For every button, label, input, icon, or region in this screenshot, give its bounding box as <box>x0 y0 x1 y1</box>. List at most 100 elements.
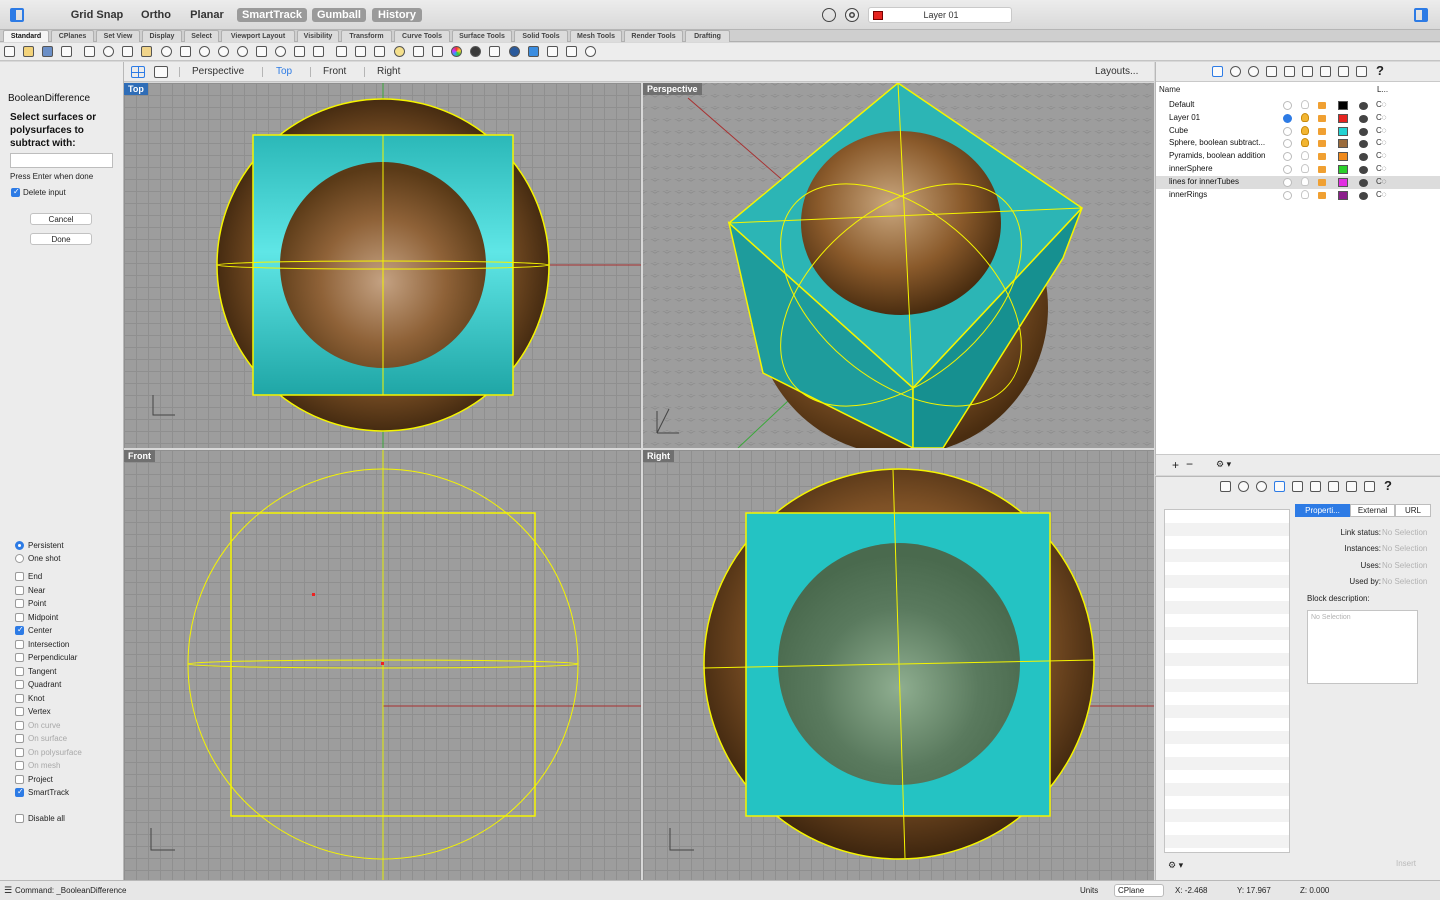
layer-row[interactable]: innerSphere C◌ <box>1156 163 1440 176</box>
tab-set-view[interactable]: Set View <box>96 30 140 42</box>
layer-row[interactable]: Cube C◌ <box>1156 125 1440 138</box>
current-layer-radio[interactable] <box>1283 126 1292 136</box>
tab-display[interactable]: Display <box>142 30 182 42</box>
tab-visibility[interactable]: Visibility <box>297 30 339 42</box>
display-tab-icon[interactable] <box>1338 66 1349 77</box>
lock-icon[interactable] <box>1318 140 1326 148</box>
linetype-icon[interactable]: C◌ <box>1376 138 1387 147</box>
linetype-icon[interactable]: C◌ <box>1376 100 1387 109</box>
save-icon[interactable] <box>42 46 53 57</box>
cplane-dropdown[interactable]: CPlane <box>1114 884 1164 897</box>
gear-icon[interactable] <box>547 46 558 57</box>
tab-viewport-layout[interactable]: Viewport Layout <box>221 30 295 42</box>
layer-row[interactable]: Default C◌ <box>1156 99 1440 112</box>
rotate-view-icon[interactable] <box>199 46 210 57</box>
zoom-selected-icon[interactable] <box>275 46 286 57</box>
command-input[interactable] <box>10 153 113 168</box>
four-view-layout-icon[interactable] <box>131 66 145 78</box>
material-sphere-icon[interactable] <box>1359 127 1368 136</box>
material-sphere-icon[interactable] <box>1359 191 1368 200</box>
camera-tab-icon[interactable] <box>1292 481 1303 492</box>
viewport-top[interactable]: Top <box>124 83 641 448</box>
linetype-icon[interactable]: C◌ <box>1376 151 1387 160</box>
cplane-icon[interactable] <box>313 46 324 57</box>
print-icon[interactable] <box>61 46 72 57</box>
material-sphere-icon[interactable] <box>1359 153 1368 162</box>
cursor-icon[interactable] <box>822 8 836 22</box>
monitor-tab-icon[interactable] <box>1364 481 1375 492</box>
notes-tab-icon[interactable] <box>1328 481 1339 492</box>
units-label[interactable]: Units <box>1080 886 1098 895</box>
tab-surface-tools[interactable]: Surface Tools <box>452 30 512 42</box>
open-file-icon[interactable] <box>23 46 34 57</box>
block-options-gear-icon[interactable]: ⚙ ▾ <box>1168 860 1183 871</box>
layer-color-swatch[interactable] <box>1338 113 1348 123</box>
properties-icon[interactable] <box>432 46 443 57</box>
remove-layer-icon[interactable]: − <box>1186 457 1193 471</box>
display-tab-icon[interactable] <box>1346 481 1357 492</box>
target-icon[interactable] <box>845 8 859 22</box>
osnap-checkbox[interactable] <box>15 774 24 784</box>
add-layer-icon[interactable]: + <box>1172 458 1179 472</box>
osnap-checkbox[interactable] <box>15 707 24 716</box>
delete-input-checkbox[interactable] <box>11 187 20 197</box>
osnap-checkbox[interactable] <box>15 747 24 757</box>
current-layer-radio[interactable] <box>1283 113 1292 123</box>
layer-row[interactable]: lines for innerTubes C◌ <box>1156 175 1440 189</box>
linetype-icon[interactable]: C◌ <box>1376 126 1387 135</box>
lock-icon[interactable] <box>1318 127 1326 135</box>
layouts-menu[interactable]: Layouts... <box>1095 66 1138 77</box>
layer-options-gear-icon[interactable]: ⚙ ▾ <box>1216 459 1231 470</box>
materials-tab-icon[interactable] <box>1230 66 1241 77</box>
layer-name[interactable]: innerSphere <box>1169 164 1277 173</box>
layer-color-swatch[interactable] <box>1338 139 1348 149</box>
tab-solid-tools[interactable]: Solid Tools <box>514 30 568 42</box>
layer-color-swatch[interactable] <box>1338 126 1348 136</box>
lightbulb-icon[interactable] <box>1301 125 1309 135</box>
smarttrack-button[interactable]: SmartTrack <box>237 8 307 22</box>
lightbulb-icon[interactable] <box>1301 112 1309 122</box>
layer-name[interactable]: Layer 01 <box>1169 113 1277 122</box>
environment-tab-icon[interactable] <box>1248 66 1259 77</box>
grid-snap-button[interactable]: Grid Snap <box>70 8 124 22</box>
layer-color-swatch[interactable] <box>1338 152 1348 162</box>
tab-transform[interactable]: Transform <box>341 30 392 42</box>
zoom-extents-icon[interactable] <box>256 46 267 57</box>
current-layer-radio[interactable] <box>1283 139 1292 149</box>
disable-all-checkbox[interactable] <box>15 814 24 823</box>
planar-button[interactable]: Planar <box>188 8 226 22</box>
current-layer-radio[interactable] <box>1283 165 1292 174</box>
layers-header-linetype[interactable]: L... <box>1377 85 1388 94</box>
paste-icon[interactable] <box>141 46 152 57</box>
linetype-icon[interactable]: C◌ <box>1376 190 1387 199</box>
block-tab-icon[interactable] <box>1274 481 1285 492</box>
lock-icon[interactable] <box>1318 191 1326 199</box>
osnap-checkbox[interactable] <box>15 612 24 622</box>
current-layer-radio[interactable] <box>1283 152 1292 162</box>
object-tab-icon[interactable] <box>1266 66 1277 77</box>
layers-header-name[interactable]: Name <box>1159 85 1180 94</box>
layer-row[interactable]: Pyramids, boolean addition C◌ <box>1156 150 1440 163</box>
layer-name[interactable]: Default <box>1169 100 1277 109</box>
tab-cplanes[interactable]: CPlanes <box>51 30 94 42</box>
linetype-icon[interactable]: C◌ <box>1376 177 1387 186</box>
view-tab-icon[interactable] <box>1310 481 1321 492</box>
layers-tab-icon[interactable] <box>1212 66 1223 77</box>
pan-icon[interactable] <box>180 46 191 57</box>
tab-front[interactable]: Front <box>323 66 346 77</box>
layer-color-swatch[interactable] <box>1338 101 1348 110</box>
layer-row[interactable]: innerRings C◌ <box>1156 189 1440 202</box>
materials-tab-icon[interactable] <box>1238 481 1249 492</box>
osnap-checkbox[interactable] <box>15 625 24 635</box>
lock-icon[interactable] <box>1318 166 1326 173</box>
lightbulb-icon[interactable] <box>394 46 405 57</box>
layers-tab-icon[interactable] <box>1220 481 1231 492</box>
zoom-window-icon[interactable] <box>237 46 248 57</box>
camera-tab-icon[interactable] <box>1284 66 1295 77</box>
new-file-icon[interactable] <box>4 46 15 57</box>
tab-properties[interactable]: Properti... <box>1295 504 1350 517</box>
select-all-icon[interactable] <box>355 46 366 57</box>
render-sphere-icon[interactable] <box>470 46 481 57</box>
cancel-button[interactable]: Cancel <box>30 213 92 225</box>
monitor-tab-icon[interactable] <box>1356 66 1367 77</box>
